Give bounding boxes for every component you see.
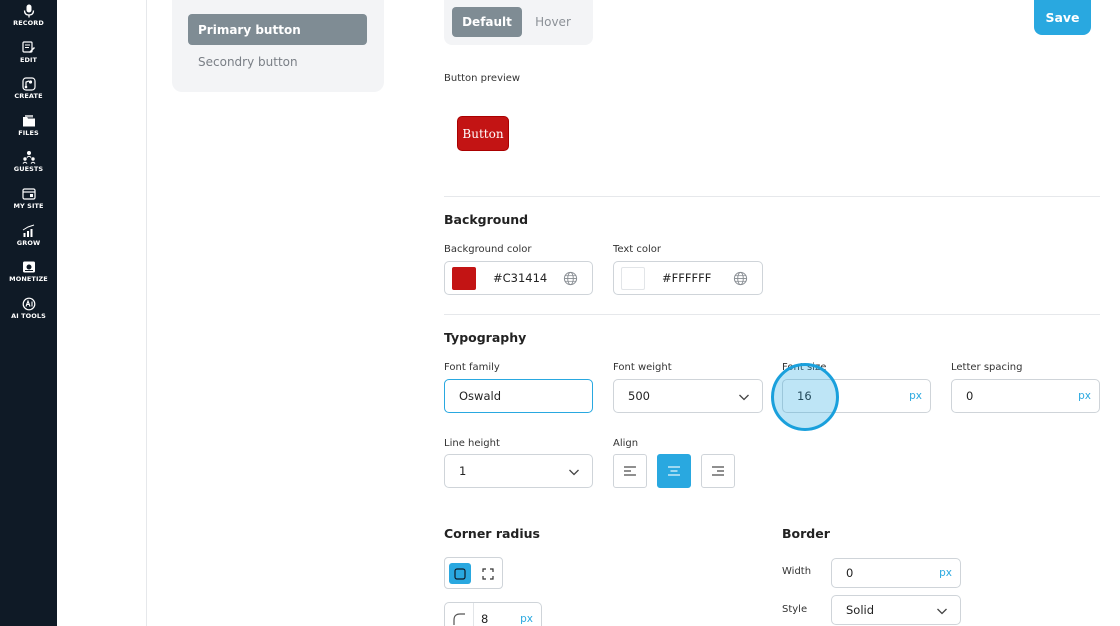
chevron-down-icon xyxy=(937,608,947,615)
divider xyxy=(444,314,1100,315)
nav-item-edit[interactable]: EDIT xyxy=(0,41,57,64)
font-family-input[interactable]: Oswald xyxy=(444,379,593,413)
background-color-value: #C31414 xyxy=(493,271,548,285)
globe-icon[interactable] xyxy=(563,271,578,286)
align-left-icon xyxy=(624,466,636,476)
line-height-value: 1 xyxy=(459,464,467,478)
line-height-label: Line height xyxy=(444,438,500,449)
corner-radius-icon xyxy=(453,613,465,625)
typography-heading: Typography xyxy=(444,330,527,345)
state-tabs: Default Hover xyxy=(444,0,593,45)
nav-label: AI TOOLS xyxy=(11,312,46,320)
radius-uniform-option[interactable] xyxy=(449,563,471,584)
corner-radius-unit: px xyxy=(520,613,533,625)
save-button[interactable]: Save xyxy=(1034,0,1091,35)
nav-item-files[interactable]: FILES xyxy=(0,114,57,137)
chevron-down-icon xyxy=(739,394,749,401)
nav-item-ai-tools[interactable]: AI TOOLS xyxy=(0,297,57,320)
corners-icon xyxy=(482,567,494,580)
nav-item-my-site[interactable]: MY SITE xyxy=(0,187,57,210)
button-preview-label: Button preview xyxy=(444,73,521,84)
button-preview: Button xyxy=(457,116,509,151)
tab-default[interactable]: Default xyxy=(452,7,522,37)
site-icon xyxy=(21,188,36,200)
nav-item-guests[interactable]: GUESTS xyxy=(0,150,57,173)
font-weight-label: Font weight xyxy=(613,362,672,373)
font-size-value: 16 xyxy=(797,389,812,403)
font-size-input[interactable]: 16 px xyxy=(782,379,931,413)
mic-icon xyxy=(23,4,34,18)
nav-label: EDIT xyxy=(19,56,38,64)
font-family-value: Oswald xyxy=(459,389,501,403)
font-weight-select[interactable]: 500 xyxy=(613,379,763,413)
nav-label: CREATE xyxy=(14,92,43,100)
secondary-panel xyxy=(57,0,147,626)
nav-item-monetize[interactable]: MONETIZE xyxy=(0,260,57,283)
chevron-down-icon xyxy=(569,469,579,476)
font-weight-value: 500 xyxy=(628,389,650,403)
corner-radius-input[interactable]: 8 px xyxy=(444,602,542,626)
line-height-select[interactable]: 1 xyxy=(444,454,593,488)
border-heading: Border xyxy=(782,526,830,541)
monetize-icon xyxy=(22,261,35,273)
align-right-button[interactable] xyxy=(701,454,735,488)
letter-spacing-unit: px xyxy=(1078,390,1091,402)
align-center-button[interactable] xyxy=(657,454,691,488)
create-icon xyxy=(21,77,36,91)
nav-label: MONETIZE xyxy=(9,275,48,283)
background-heading: Background xyxy=(444,212,529,227)
letter-spacing-input[interactable]: 0 px xyxy=(951,379,1100,413)
background-color-field[interactable]: #C31414 xyxy=(444,261,593,295)
square-icon xyxy=(454,567,466,580)
border-style-select[interactable]: Solid xyxy=(831,595,961,625)
button-type-secondary[interactable]: Secondry button xyxy=(188,46,367,77)
button-type-list: Primary button Secondry button xyxy=(172,0,384,92)
text-color-value: #FFFFFF xyxy=(662,271,712,285)
align-right-icon xyxy=(712,466,724,476)
radius-individual-option[interactable] xyxy=(477,563,499,584)
guests-icon xyxy=(22,151,35,164)
corner-radius-value: 8 xyxy=(481,612,489,626)
text-color-field[interactable]: #FFFFFF xyxy=(613,261,763,295)
border-width-input[interactable]: 0 px xyxy=(831,558,961,588)
border-width-unit: px xyxy=(939,567,952,579)
grow-icon xyxy=(22,224,34,237)
background-color-swatch[interactable] xyxy=(452,267,476,290)
letter-spacing-value: 0 xyxy=(966,389,974,403)
nav-item-create[interactable]: CREATE xyxy=(0,77,57,100)
globe-icon[interactable] xyxy=(733,271,748,286)
nav-item-grow[interactable]: GROW xyxy=(0,224,57,247)
font-family-label: Font family xyxy=(444,362,500,373)
tab-hover[interactable]: Hover xyxy=(528,7,578,37)
font-size-label: Font size xyxy=(782,362,827,373)
edit-icon xyxy=(21,41,35,53)
align-left-button[interactable] xyxy=(613,454,647,488)
nav-label: MY SITE xyxy=(13,202,44,210)
align-label: Align xyxy=(613,438,639,449)
nav-label: GUESTS xyxy=(13,165,44,173)
main-nav-rail: RECORD EDIT CREATE FILES GUESTS MY SITE … xyxy=(0,0,57,626)
border-width-value: 0 xyxy=(846,566,854,580)
nav-label: FILES xyxy=(18,129,39,137)
letter-spacing-label: Letter spacing xyxy=(951,362,1023,373)
border-width-label: Width xyxy=(782,566,812,577)
nav-label: RECORD xyxy=(13,19,44,27)
corner-radius-heading: Corner radius xyxy=(444,526,540,541)
text-color-swatch[interactable] xyxy=(621,267,645,290)
background-color-label: Background color xyxy=(444,244,532,255)
text-color-label: Text color xyxy=(613,244,662,255)
border-style-label: Style xyxy=(782,604,808,615)
corner-radius-mode-toggle xyxy=(444,557,503,589)
nav-label: GROW xyxy=(16,239,41,247)
ai-icon xyxy=(22,297,35,311)
align-center-icon xyxy=(668,466,680,476)
button-type-primary[interactable]: Primary button xyxy=(188,14,367,45)
font-size-unit: px xyxy=(909,390,922,402)
divider xyxy=(444,196,1100,197)
files-icon xyxy=(22,115,35,127)
border-style-value: Solid xyxy=(846,603,875,617)
nav-item-record[interactable]: RECORD xyxy=(0,4,57,27)
field-separator xyxy=(473,603,474,626)
